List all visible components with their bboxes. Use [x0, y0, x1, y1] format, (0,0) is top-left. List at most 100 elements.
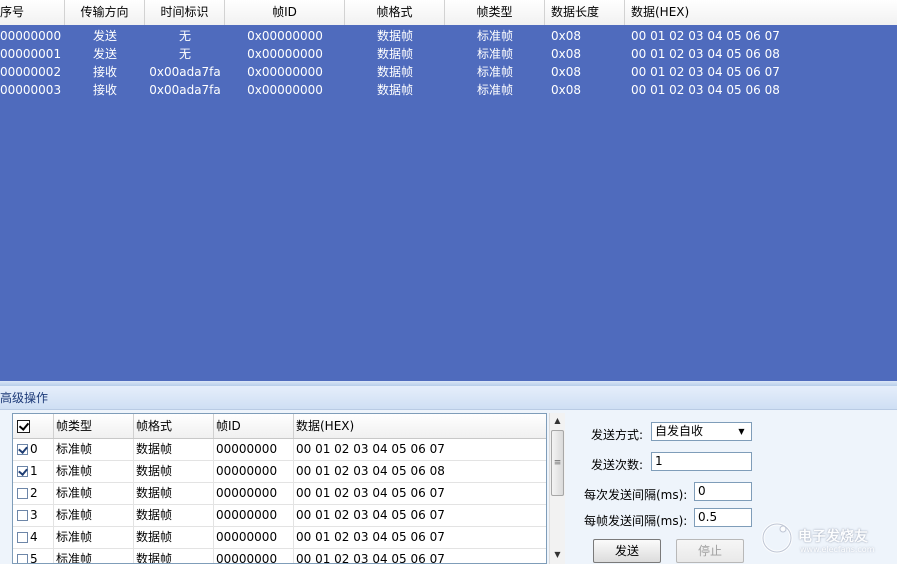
- row-checkbox[interactable]: [17, 510, 28, 521]
- chevron-down-icon: ▼: [738, 427, 745, 436]
- log-row[interactable]: 00000002 接收 0x00ada7fa 0x00000000 数据帧 标准…: [0, 63, 897, 81]
- ft-cell-frame-id[interactable]: 00000000: [214, 439, 294, 460]
- log-col-data-hex[interactable]: 数据(HEX): [625, 0, 897, 25]
- interval-each-input[interactable]: 0: [694, 482, 752, 501]
- log-grid-header: 序号 传输方向 时间标识 帧ID 帧格式 帧类型 数据长度 数据(HEX): [0, 0, 897, 26]
- log-cell-frame-type: 标准帧: [476, 83, 513, 97]
- log-cell-data-length: 0x08: [551, 29, 582, 43]
- interval-frame-label: 每帧发送间隔(ms):: [584, 514, 688, 528]
- log-cell-timestamp: 0x00ada7fa: [149, 65, 221, 79]
- log-grid-body[interactable]: 00000000 发送 无 0x00000000 数据帧 标准帧 0x08 00…: [0, 25, 897, 381]
- log-col-frame-format[interactable]: 帧格式: [345, 0, 445, 25]
- ft-cell-frame-type[interactable]: 标准帧: [54, 439, 134, 460]
- row-checkbox[interactable]: [17, 488, 28, 499]
- can-tool-window: 序号 传输方向 时间标识 帧ID 帧格式 帧类型 数据长度 数据(HEX) 00…: [0, 0, 897, 564]
- ft-cell-data-hex[interactable]: 00 01 02 03 04 05 06 07: [294, 549, 546, 563]
- ft-cell-frame-type[interactable]: 标准帧: [54, 549, 134, 563]
- ft-cell-frame-id[interactable]: 00000000: [214, 483, 294, 504]
- ft-cell-frame-id[interactable]: 00000000: [214, 461, 294, 482]
- log-cell-data-hex: 00 01 02 03 04 05 06 07: [631, 29, 780, 43]
- log-col-frame-id[interactable]: 帧ID: [225, 0, 345, 25]
- row-checkbox[interactable]: [17, 532, 28, 543]
- ft-cell-frame-format[interactable]: 数据帧: [134, 527, 214, 548]
- ft-cell-frame-id[interactable]: 00000000: [214, 527, 294, 548]
- frame-table[interactable]: 帧类型 帧格式 帧ID 数据(HEX) 0 标准帧 数据帧 00000000 0…: [12, 413, 547, 564]
- frame-table-row[interactable]: 5 标准帧 数据帧 00000000 00 01 02 03 04 05 06 …: [13, 549, 546, 564]
- log-row[interactable]: 00000003 接收 0x00ada7fa 0x00000000 数据帧 标准…: [0, 81, 897, 99]
- row-index: 2: [30, 486, 38, 500]
- ft-row-select: 4: [13, 527, 54, 548]
- frame-table-row[interactable]: 1 标准帧 数据帧 00000000 00 01 02 03 04 05 06 …: [13, 461, 546, 483]
- row-checkbox[interactable]: [17, 466, 28, 477]
- select-all-checkbox[interactable]: [17, 420, 30, 433]
- ft-col-frame-id[interactable]: 帧ID: [214, 414, 294, 438]
- log-row[interactable]: 00000001 发送 无 0x00000000 数据帧 标准帧 0x08 00…: [0, 45, 897, 63]
- log-cell-timestamp: 无: [178, 29, 191, 43]
- log-cell-direction: 发送: [92, 47, 117, 61]
- log-cell-frame-id: 0x00000000: [247, 83, 323, 97]
- log-row[interactable]: 00000000 发送 无 0x00000000 数据帧 标准帧 0x08 00…: [0, 27, 897, 45]
- ft-cell-frame-id[interactable]: 00000000: [214, 505, 294, 526]
- row-index: 4: [30, 530, 38, 544]
- frame-table-row[interactable]: 4 标准帧 数据帧 00000000 00 01 02 03 04 05 06 …: [13, 527, 546, 549]
- stop-button[interactable]: 停止: [676, 539, 744, 563]
- log-cell-data-hex: 00 01 02 03 04 05 06 08: [631, 83, 780, 97]
- ft-cell-frame-id[interactable]: 00000000: [214, 549, 294, 563]
- log-cell-direction: 接收: [92, 65, 117, 79]
- ft-cell-data-hex[interactable]: 00 01 02 03 04 05 06 07: [294, 527, 546, 548]
- ft-col-frame-format[interactable]: 帧格式: [134, 414, 214, 438]
- log-col-timestamp[interactable]: 时间标识: [145, 0, 225, 25]
- log-cell-index: 00000002: [0, 65, 62, 79]
- ft-cell-frame-format[interactable]: 数据帧: [134, 505, 214, 526]
- ft-cell-frame-type[interactable]: 标准帧: [54, 505, 134, 526]
- log-cell-frame-id: 0x00000000: [247, 65, 323, 79]
- row-checkbox[interactable]: [17, 444, 28, 455]
- frame-table-row[interactable]: 3 标准帧 数据帧 00000000 00 01 02 03 04 05 06 …: [13, 505, 546, 527]
- log-cell-data-length: 0x08: [551, 83, 582, 97]
- send-mode-select[interactable]: 自发自收 ▼: [651, 422, 752, 441]
- ft-cell-data-hex[interactable]: 00 01 02 03 04 05 06 07: [294, 439, 546, 460]
- ft-cell-data-hex[interactable]: 00 01 02 03 04 05 06 08: [294, 461, 546, 482]
- log-cell-frame-id: 0x00000000: [247, 47, 323, 61]
- log-cell-frame-type: 标准帧: [476, 65, 513, 79]
- row-index: 5: [30, 552, 38, 564]
- ft-cell-frame-format[interactable]: 数据帧: [134, 439, 214, 460]
- interval-frame-input[interactable]: 0.5: [694, 508, 752, 527]
- log-cell-direction: 接收: [92, 83, 117, 97]
- scroll-down-arrow-icon[interactable]: ▼: [550, 547, 565, 563]
- ft-cell-frame-type[interactable]: 标准帧: [54, 461, 134, 482]
- send-count-input[interactable]: 1: [651, 452, 752, 471]
- watermark-site: www.elecfans.com: [800, 545, 875, 554]
- frame-table-row[interactable]: 0 标准帧 数据帧 00000000 00 01 02 03 04 05 06 …: [13, 439, 546, 461]
- log-cell-index: 00000003: [0, 83, 62, 97]
- log-col-frame-type[interactable]: 帧类型: [445, 0, 545, 25]
- log-col-data-length[interactable]: 数据长度: [545, 0, 625, 25]
- ft-cell-data-hex[interactable]: 00 01 02 03 04 05 06 07: [294, 505, 546, 526]
- scroll-thumb[interactable]: ≡: [551, 430, 564, 496]
- row-index: 1: [30, 464, 38, 478]
- ft-col-data-hex[interactable]: 数据(HEX): [294, 414, 546, 438]
- scroll-up-arrow-icon[interactable]: ▲: [550, 413, 565, 429]
- frame-table-header: 帧类型 帧格式 帧ID 数据(HEX): [13, 414, 546, 439]
- row-index: 3: [30, 508, 38, 522]
- log-cell-frame-id: 0x00000000: [247, 29, 323, 43]
- log-cell-data-hex: 00 01 02 03 04 05 06 07: [631, 65, 780, 79]
- ft-col-frame-type[interactable]: 帧类型: [54, 414, 134, 438]
- ft-row-select: 0: [13, 439, 54, 460]
- ft-row-select: 3: [13, 505, 54, 526]
- ft-cell-frame-format[interactable]: 数据帧: [134, 549, 214, 563]
- ft-cell-data-hex[interactable]: 00 01 02 03 04 05 06 07: [294, 483, 546, 504]
- ft-cell-frame-format[interactable]: 数据帧: [134, 483, 214, 504]
- log-col-direction[interactable]: 传输方向: [65, 0, 145, 25]
- ft-row-select: 5: [13, 549, 54, 564]
- ft-cell-frame-type[interactable]: 标准帧: [54, 527, 134, 548]
- log-cell-index: 00000000: [0, 29, 62, 43]
- send-button[interactable]: 发送: [593, 539, 661, 563]
- ft-cell-frame-type[interactable]: 标准帧: [54, 483, 134, 504]
- row-checkbox[interactable]: [17, 554, 28, 563]
- frame-table-row[interactable]: 2 标准帧 数据帧 00000000 00 01 02 03 04 05 06 …: [13, 483, 546, 505]
- log-col-index[interactable]: 序号: [0, 0, 65, 25]
- frame-table-scrollbar[interactable]: ▲ ≡ ▼: [549, 413, 565, 564]
- ft-row-select: 1: [13, 461, 54, 482]
- ft-cell-frame-format[interactable]: 数据帧: [134, 461, 214, 482]
